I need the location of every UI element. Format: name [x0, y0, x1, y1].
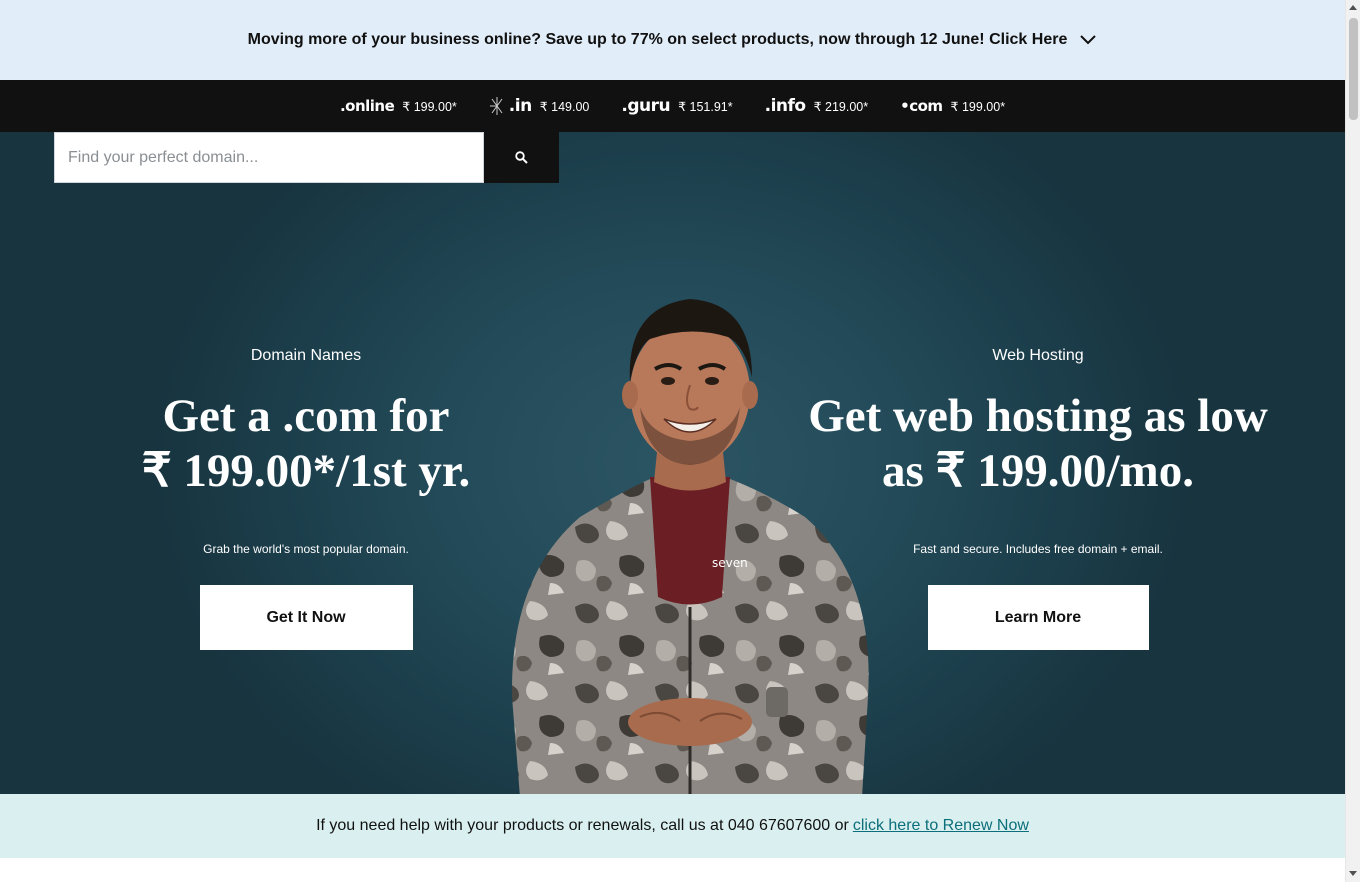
scroll-up-arrow-icon[interactable] [1349, 5, 1357, 10]
help-text: If you need help with your products or r… [316, 817, 849, 834]
scroll-thumb[interactable] [1349, 18, 1358, 120]
domain-headline-line2: ₹ 199.00*/1st yr. [141, 445, 471, 497]
tld-price: ₹ 151.91* [678, 99, 733, 114]
hosting-eyebrow: Web Hosting [992, 347, 1084, 364]
domain-promo: Domain Names Get a .com for ₹ 199.00*/1s… [106, 347, 506, 650]
renew-now-link[interactable]: click here to Renew Now [853, 817, 1029, 835]
search-button[interactable] [484, 132, 559, 183]
tld-item-in[interactable]: .in ₹ 149.00 [489, 95, 590, 117]
tld-item-com[interactable]: •com ₹ 199.00* [900, 97, 1005, 115]
hosting-promo: Web Hosting Get web hosting as low as ₹ … [788, 347, 1288, 650]
tld-price-bar: .online ₹ 199.00* .in ₹ 149.00 .guru ₹ 1… [0, 80, 1345, 132]
tld-price: ₹ 149.00 [539, 99, 590, 114]
hosting-subtext: Fast and secure. Includes free domain + … [913, 542, 1163, 556]
domain-search-input[interactable] [54, 132, 484, 183]
tld-price: ₹ 199.00* [950, 99, 1006, 114]
tld-logo-info: .info [764, 96, 806, 116]
tld-logo-online: .online [339, 97, 395, 115]
help-banner: If you need help with your products or r… [0, 794, 1345, 858]
hosting-headline-line2: as ₹ 199.00/mo. [882, 445, 1194, 497]
domain-headline-line1: Get a .com for [162, 390, 450, 442]
hosting-headline: Get web hosting as low as ₹ 199.00/mo. [788, 389, 1288, 499]
get-it-now-button[interactable]: Get It Now [199, 585, 413, 650]
tld-item-guru[interactable]: .guru ₹ 151.91* [621, 96, 732, 116]
hero-section: seven Domain Names Get a .com for ₹ 199.… [0, 132, 1345, 794]
domain-search [54, 132, 559, 183]
tld-price: ₹ 219.00* [813, 99, 869, 114]
tld-price: ₹ 199.00* [402, 99, 457, 114]
learn-more-button[interactable]: Learn More [927, 585, 1149, 650]
hosting-headline-line1: Get web hosting as low [808, 390, 1268, 442]
promo-text[interactable]: Moving more of your business online? Sav… [248, 31, 1068, 49]
tld-item-online[interactable]: .online ₹ 199.00* [340, 97, 457, 115]
domain-subtext: Grab the world's most popular domain. [203, 542, 409, 556]
tld-item-info[interactable]: .info ₹ 219.00* [765, 96, 869, 116]
tld-logo-com: •com [900, 97, 943, 115]
page: Moving more of your business online? Sav… [0, 0, 1345, 882]
promo-banner[interactable]: Moving more of your business online? Sav… [0, 0, 1345, 80]
domain-eyebrow: Domain Names [250, 347, 362, 364]
tld-logo-guru: .guru [621, 96, 671, 116]
tld-logo-in: .in [508, 96, 532, 116]
scroll-down-arrow-icon[interactable] [1349, 871, 1357, 876]
domain-headline: Get a .com for ₹ 199.00*/1st yr. [106, 389, 506, 499]
jacket-logo-text: seven [712, 556, 748, 570]
chevron-down-icon[interactable] [1079, 31, 1097, 49]
vertical-scrollbar[interactable] [1345, 0, 1360, 882]
search-icon [515, 151, 528, 164]
